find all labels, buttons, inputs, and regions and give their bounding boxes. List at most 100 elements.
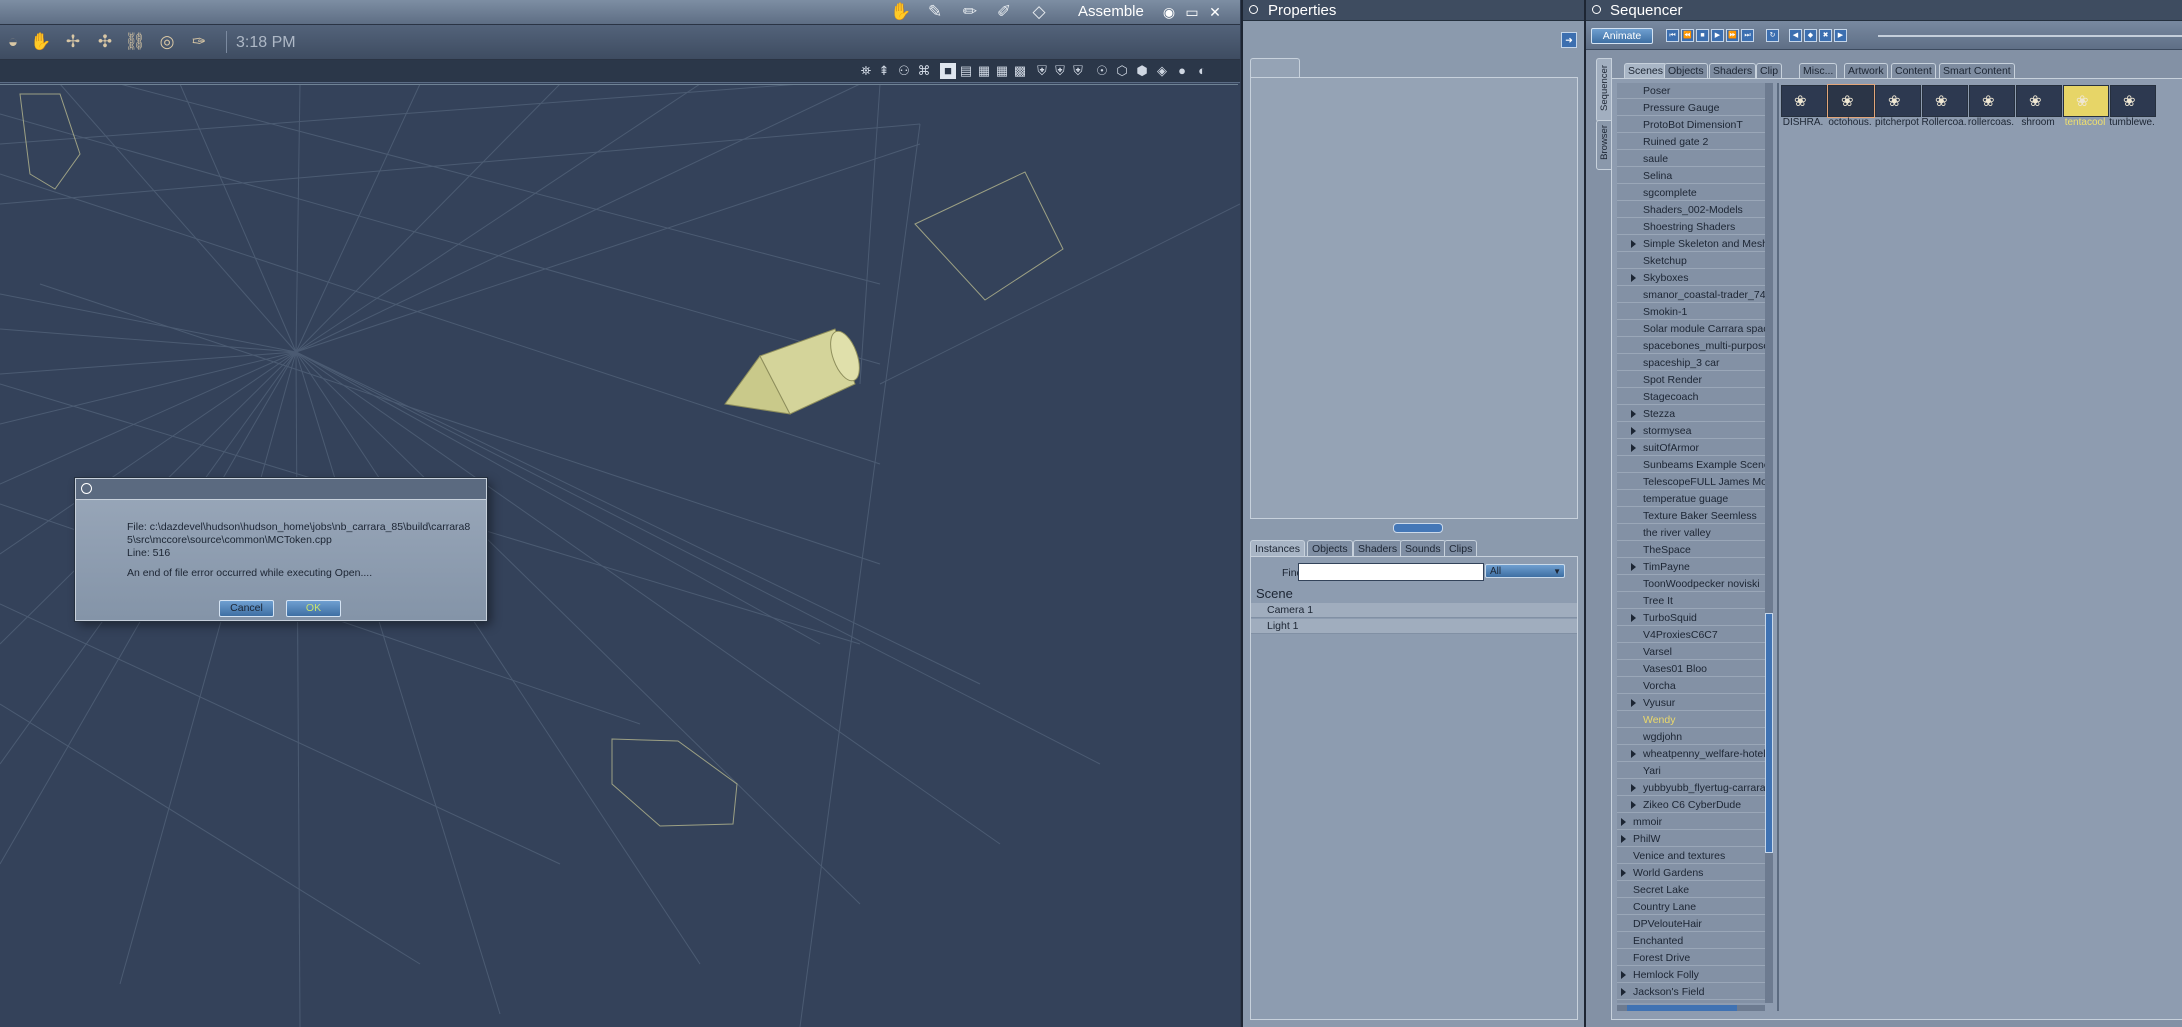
- tree-item[interactable]: Zikeo C6 CyberDude: [1617, 797, 1765, 813]
- expand-arrow-icon[interactable]: [1631, 750, 1636, 758]
- eraser-icon[interactable]: ◇: [1026, 3, 1052, 21]
- thumbnail-label[interactable]: tumblewe.: [2108, 117, 2156, 128]
- tab-objects[interactable]: Objects: [1664, 63, 1708, 79]
- sequencer-titlebar[interactable]: Sequencer: [1586, 0, 2182, 21]
- tree-item[interactable]: Sketchup: [1617, 253, 1765, 269]
- cancel-button[interactable]: Cancel: [219, 600, 274, 617]
- scene-thumbnail[interactable]: ❀: [2110, 85, 2156, 117]
- expand-arrow-icon[interactable]: [1631, 274, 1636, 282]
- render-mode-2-icon[interactable]: ⛨: [1052, 63, 1068, 79]
- tree-item[interactable]: Venice and textures: [1617, 848, 1765, 864]
- trash-icon[interactable]: ✖: [1819, 29, 1832, 42]
- tree-item[interactable]: yubbyubb_flyertug-carrara: [1617, 780, 1765, 796]
- render-mode-3-icon[interactable]: ⛨: [1070, 63, 1086, 79]
- tree-item[interactable]: suitOfArmor: [1617, 440, 1765, 456]
- scene-thumbnail[interactable]: ❀: [1781, 85, 1827, 117]
- tree-item[interactable]: Forest Drive: [1617, 950, 1765, 966]
- tree-hscrollbar[interactable]: [1617, 1005, 1765, 1011]
- expand-arrow-icon[interactable]: [1621, 971, 1626, 979]
- scene-thumbnail[interactable]: ❀: [2016, 85, 2062, 117]
- link-tool-icon[interactable]: ⛓: [122, 30, 148, 54]
- tree-item[interactable]: TimPayne: [1617, 559, 1765, 575]
- tree-item[interactable]: Vases01 Bloo: [1617, 661, 1765, 677]
- tree-item[interactable]: Sunbeams Example Scene: [1617, 457, 1765, 473]
- expand-arrow-icon[interactable]: [1621, 818, 1626, 826]
- tree-item[interactable]: spacebones_multi-purpose: [1617, 338, 1765, 354]
- pencil-alt-icon[interactable]: ✐: [991, 3, 1017, 21]
- expand-arrow-icon[interactable]: [1631, 444, 1636, 452]
- ok-button[interactable]: OK: [286, 600, 341, 617]
- play-icon[interactable]: ▶: [1711, 29, 1724, 42]
- tree-item[interactable]: stormysea: [1617, 423, 1765, 439]
- single-view-icon[interactable]: ■: [940, 63, 956, 79]
- target-tool-icon[interactable]: ◎: [154, 30, 180, 54]
- tab-clips[interactable]: Clips: [1444, 540, 1478, 557]
- shaded-sphere-icon[interactable]: ◐: [1194, 63, 1210, 79]
- thumbnail-label[interactable]: Rollercoa.: [1920, 117, 1968, 128]
- thumbnail-label[interactable]: tentacool: [2061, 117, 2109, 128]
- tab-shaders[interactable]: Shaders: [1709, 63, 1757, 79]
- skip-start-icon[interactable]: ⏮: [1666, 29, 1679, 42]
- dialog-titlebar[interactable]: [76, 479, 486, 500]
- tree-item[interactable]: Stagecoach: [1617, 389, 1765, 405]
- side-tab-sequencer[interactable]: Sequencer: [1596, 58, 1612, 122]
- expand-arrow-icon[interactable]: [1621, 835, 1626, 843]
- thumbnail-label[interactable]: DISHRA.: [1779, 117, 1827, 128]
- prev-key-icon[interactable]: ◀: [1789, 29, 1802, 42]
- hand-icon[interactable]: ✋: [888, 3, 914, 21]
- maximize-icon[interactable]: ▭: [1183, 3, 1201, 21]
- tree-item[interactable]: TelescopeFULL James Mo: [1617, 474, 1765, 490]
- tree-item[interactable]: temperatue guage: [1617, 491, 1765, 507]
- expand-arrow-icon[interactable]: [1631, 427, 1636, 435]
- tree-item[interactable]: Simple Skeleton and Mesh: [1617, 236, 1765, 252]
- tree-item[interactable]: spaceship_3 car: [1617, 355, 1765, 371]
- brush-icon[interactable]: ✎: [922, 3, 948, 21]
- wire-icon[interactable]: ⬡: [1114, 63, 1130, 79]
- tree-item[interactable]: wgdjohn: [1617, 729, 1765, 745]
- tree-item[interactable]: Selina: [1617, 168, 1765, 184]
- frame-icon[interactable]: ⌘: [916, 63, 932, 79]
- tree-item[interactable]: V4ProxiesC6C7: [1617, 627, 1765, 643]
- tree-item[interactable]: Enchanted: [1617, 933, 1765, 949]
- loop-icon[interactable]: ↻: [1766, 29, 1779, 42]
- tab-misc[interactable]: Misc...: [1799, 63, 1838, 79]
- tree-item[interactable]: mmoir: [1617, 814, 1765, 830]
- tree-item[interactable]: TurboSquid: [1617, 610, 1765, 626]
- fast-forward-icon[interactable]: ⏩: [1726, 29, 1739, 42]
- expand-arrow-icon[interactable]: [1631, 410, 1636, 418]
- time-slider[interactable]: [1878, 35, 2182, 37]
- tree-item[interactable]: Vorcha: [1617, 678, 1765, 694]
- thumbnail-label[interactable]: octohous.: [1826, 117, 1874, 128]
- tab-clip[interactable]: Clip: [1756, 63, 1783, 79]
- pencil-icon[interactable]: ✏: [957, 3, 983, 21]
- tab-content[interactable]: Content: [1891, 63, 1936, 79]
- tab-sounds[interactable]: Sounds: [1400, 540, 1446, 557]
- rotate-tool-icon[interactable]: ✢: [60, 30, 86, 54]
- tree-item[interactable]: Smokin-1: [1617, 304, 1765, 320]
- tree-item[interactable]: Tree It: [1617, 593, 1765, 609]
- panel-collapse-icon[interactable]: [1592, 5, 1601, 14]
- tree-item[interactable]: Stezza: [1617, 406, 1765, 422]
- close-icon[interactable]: ✕: [1206, 3, 1224, 21]
- key-on-icon[interactable]: ◆: [1804, 29, 1817, 42]
- tree-hscroll-thumb[interactable]: [1627, 1005, 1737, 1011]
- tab-objects[interactable]: Objects: [1307, 540, 1353, 557]
- viewport-area[interactable]: ✋ ✎ ✏ ✐ ◇ Assemble ◉ ▭ ✕ ◒ ✋ ✢ ✣ ⛓ ◎ ✑ 3…: [0, 0, 1240, 1027]
- scene-thumbnail[interactable]: ❀: [1969, 85, 2015, 117]
- tree-item[interactable]: sgcomplete: [1617, 185, 1765, 201]
- expand-arrow-icon[interactable]: [1621, 869, 1626, 877]
- quad-view-icon[interactable]: ▦: [994, 63, 1010, 79]
- skip-end-icon[interactable]: ⏭: [1741, 29, 1754, 42]
- tree-item[interactable]: Texture Baker Seemless: [1617, 508, 1765, 524]
- grid-view-icon[interactable]: ▩: [1012, 63, 1028, 79]
- scene-thumbnail[interactable]: ❀: [1875, 85, 1921, 117]
- camera-nav-icon[interactable]: ⛯: [858, 63, 874, 79]
- expand-arrow-icon[interactable]: [1631, 240, 1636, 248]
- side-tab-browser[interactable]: Browser: [1596, 120, 1612, 170]
- box-icon[interactable]: ⬢: [1134, 63, 1150, 79]
- rewind-icon[interactable]: ⏪: [1681, 29, 1694, 42]
- pan-icon[interactable]: ⇞: [876, 63, 892, 79]
- tree-item[interactable]: Jackson's Field: [1617, 984, 1765, 1000]
- instance-row[interactable]: Light 1: [1251, 619, 1577, 634]
- tab-instances[interactable]: Instances: [1250, 540, 1305, 557]
